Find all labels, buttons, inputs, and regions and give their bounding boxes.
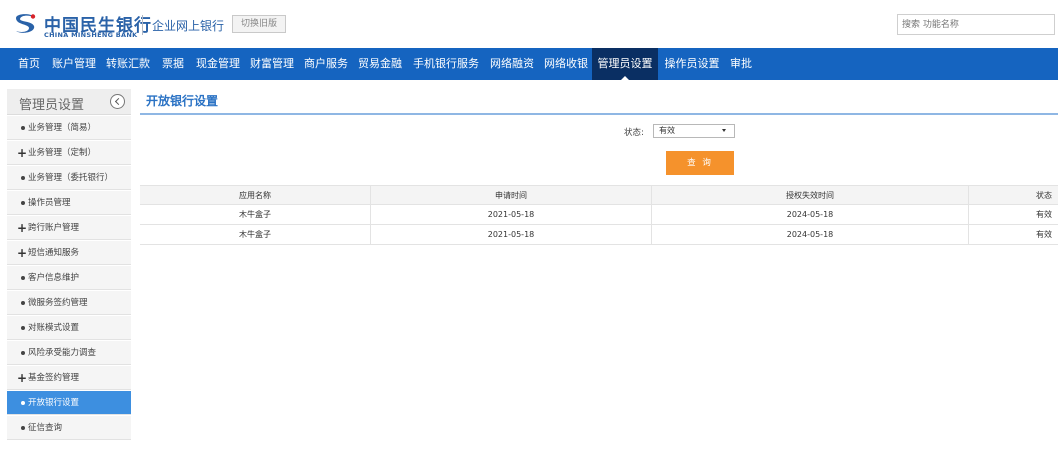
nav-item-trade-finance[interactable]: 贸易金融 — [354, 48, 406, 80]
active-caret-icon — [621, 76, 629, 80]
sidebar-item-label: 业务管理（简易） — [28, 123, 97, 133]
sidebar-item-operator-management[interactable]: 操作员管理 — [7, 191, 131, 215]
column-header-app-name: 应用名称 — [140, 186, 371, 205]
sidebar-item-credit-inquiry[interactable]: 征信查询 — [7, 416, 131, 440]
dropdown-arrow-icon — [722, 129, 726, 132]
nav-item-admin-settings[interactable]: 管理员设置 — [592, 48, 658, 80]
nav-item-home[interactable]: 首页 — [12, 48, 46, 80]
main-nav: 首页 账户管理 转账汇款 票据 现金管理 财富管理 商户服务 贸易金融 手机银行… — [0, 48, 1058, 80]
sidebar-item-risk-survey[interactable]: 风险承受能力调查 — [7, 341, 131, 365]
cell-status: 有效 — [1036, 210, 1052, 219]
nav-item-merchant-service[interactable]: 商户服务 — [300, 48, 352, 80]
title-underline — [140, 113, 1058, 115]
cell-expire-time: 2024-05-18 — [652, 225, 969, 244]
cell-app-name: 木牛盒子 — [140, 225, 371, 244]
sidebar-item-label: 短信通知服务 — [28, 248, 80, 258]
cell-status: 有效 — [1036, 230, 1052, 239]
cell-expire-time: 2024-05-18 — [652, 205, 969, 224]
nav-item-online-cashier[interactable]: 网络收银 — [540, 48, 592, 80]
search-input[interactable] — [897, 14, 1055, 35]
nav-item-mobile-banking[interactable]: 手机银行服务 — [408, 48, 484, 80]
nav-item-admin-settings-label: 管理员设置 — [597, 57, 653, 70]
minsheng-logo-icon — [16, 14, 36, 33]
sidebar-item-label: 征信查询 — [28, 423, 63, 433]
page-title: 开放银行设置 — [146, 94, 219, 108]
sidebar-item-fund-signing[interactable]: + 基金签约管理 — [7, 366, 131, 390]
sidebar-item-customer-info[interactable]: 客户信息维护 — [7, 266, 131, 290]
status-filter-label: 状态: — [624, 128, 644, 138]
plus-icon: + — [17, 146, 28, 160]
cell-apply-time: 2021-05-18 — [371, 205, 652, 224]
sidebar-item-business-simple[interactable]: 业务管理（简易） — [7, 116, 131, 140]
column-header-apply-time: 申请时间 — [371, 186, 652, 205]
sidebar-item-label: 开放银行设置 — [28, 398, 80, 408]
cell-apply-time: 2021-05-18 — [371, 225, 652, 244]
sidebar-item-reconciliation-mode[interactable]: 对账模式设置 — [7, 316, 131, 340]
sidebar-item-sms-notification[interactable]: + 短信通知服务 — [7, 241, 131, 265]
column-header-expire-time: 授权失效时间 — [652, 186, 969, 205]
sidebar-item-cross-bank-accounts[interactable]: + 跨行账户管理 — [7, 216, 131, 240]
nav-item-wealth-management[interactable]: 财富管理 — [246, 48, 298, 80]
cell-app-name: 木牛盒子 — [140, 205, 371, 224]
sidebar-item-label: 跨行账户管理 — [28, 223, 80, 233]
nav-item-online-financing[interactable]: 网络融资 — [486, 48, 538, 80]
nav-item-approval[interactable]: 审批 — [726, 48, 756, 80]
sidebar: 管理员设置 业务管理（简易） + 业务管理（定制） 业务管理（委托银行） 操作员管… — [7, 89, 131, 440]
sidebar-item-business-custom[interactable]: + 业务管理（定制） — [7, 141, 131, 165]
nav-item-bills[interactable]: 票据 — [156, 48, 190, 80]
sidebar-item-label: 微服务签约管理 — [28, 298, 88, 308]
sidebar-title: 管理员设置 — [19, 98, 85, 113]
nav-item-account-management[interactable]: 账户管理 — [48, 48, 100, 80]
sidebar-item-label: 业务管理（委托银行） — [28, 173, 114, 183]
sidebar-item-microservice-signing[interactable]: 微服务签约管理 — [7, 291, 131, 315]
nav-item-cash-management[interactable]: 现金管理 — [192, 48, 244, 80]
sidebar-item-open-banking[interactable]: 开放银行设置 — [7, 391, 131, 415]
top-header: 中国民生银行 CHINA MINSHENG BANK 企业网上银行 切换旧版 — [0, 0, 1058, 48]
switch-old-version-button[interactable]: 切换旧版 — [232, 15, 286, 33]
brand-name-en: CHINA MINSHENG BANK — [44, 31, 138, 39]
plus-icon: + — [17, 221, 28, 235]
status-select-value: 有效 — [659, 126, 675, 135]
column-header-status: 状态 — [1036, 191, 1052, 200]
sidebar-item-label: 风险承受能力调查 — [28, 348, 97, 358]
sidebar-header: 管理员设置 — [7, 89, 131, 115]
nav-item-operator-settings[interactable]: 操作员设置 — [660, 48, 724, 80]
sidebar-item-label: 客户信息维护 — [28, 273, 80, 283]
sidebar-item-business-entrusted[interactable]: 业务管理（委托银行） — [7, 166, 131, 190]
plus-icon: + — [17, 371, 28, 385]
sidebar-item-label: 操作员管理 — [28, 198, 71, 208]
table-row: 木牛盒子 2021-05-18 2024-05-18 有效 — [140, 205, 1058, 225]
sidebar-item-label: 基金签约管理 — [28, 373, 80, 383]
query-button[interactable]: 查 询 — [666, 151, 734, 175]
status-select[interactable]: 有效 — [653, 124, 735, 138]
sidebar-item-label: 对账模式设置 — [28, 323, 80, 333]
table-header-row: 应用名称 申请时间 授权失效时间 状态 — [140, 185, 1058, 205]
table-row: 木牛盒子 2021-05-18 2024-05-18 有效 — [140, 225, 1058, 245]
collapse-sidebar-icon[interactable] — [110, 94, 125, 109]
plus-icon: + — [17, 246, 28, 260]
sidebar-item-label: 业务管理（定制） — [28, 148, 97, 158]
system-name: 企业网上银行 — [152, 19, 225, 33]
header-divider — [142, 15, 143, 35]
nav-item-transfer[interactable]: 转账汇款 — [102, 48, 154, 80]
